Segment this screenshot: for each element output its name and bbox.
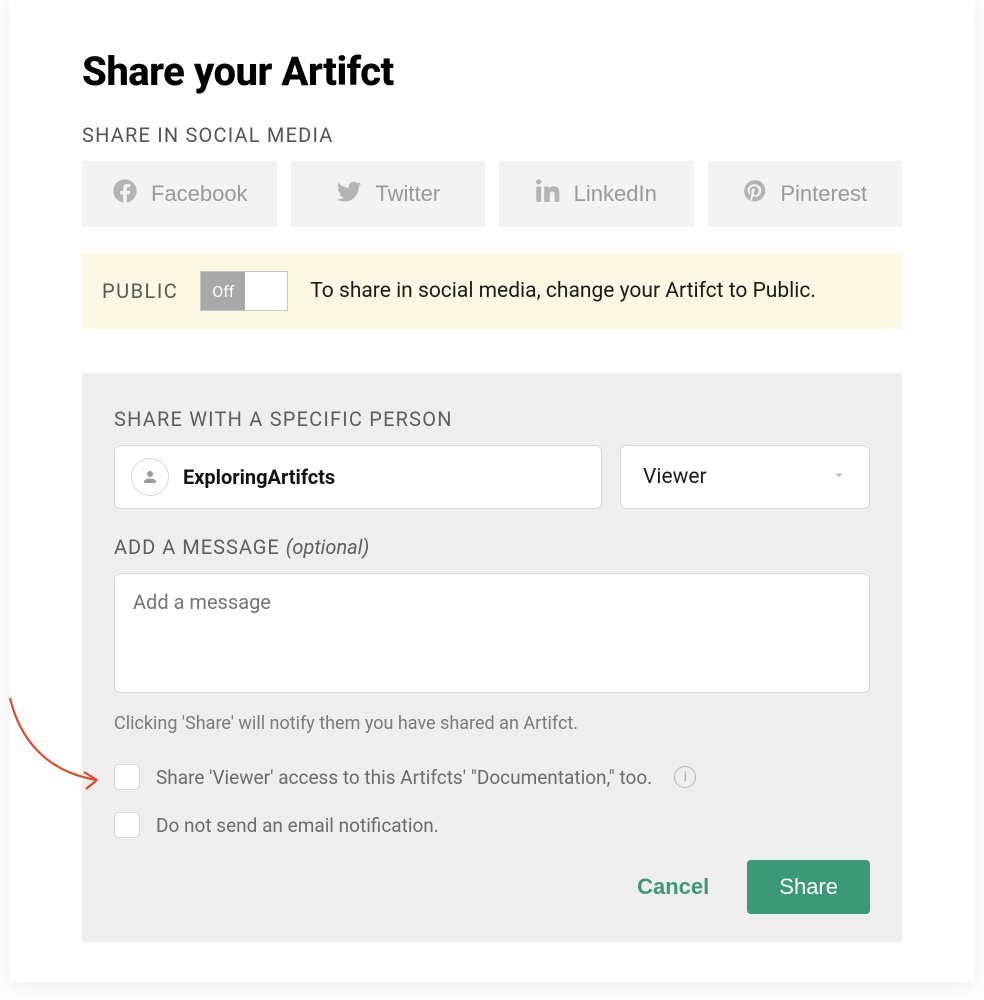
pinterest-icon [742,178,768,210]
twitter-button[interactable]: Twitter [291,161,486,227]
linkedin-icon [536,178,562,210]
action-row: Cancel Share [114,860,870,914]
public-hint-text: To share in social media, change your Ar… [310,279,816,303]
share-documentation-row: Share 'Viewer' access to this Artifcts' … [114,764,870,790]
facebook-button[interactable]: Facebook [82,161,277,227]
chevron-down-icon [831,465,847,489]
share-modal: Share your Artifct SHARE IN SOCIAL MEDIA… [10,0,974,982]
share-person-label: SHARE WITH A SPECIFIC PERSON [114,407,870,431]
public-toggle[interactable]: Off [200,271,288,311]
no-email-checkbox[interactable] [114,812,140,838]
social-buttons-row: Facebook Twitter LinkedIn Pinterest [82,161,902,227]
person-icon [131,458,169,496]
person-name: ExploringArtifcts [183,465,335,489]
notify-hint: Clicking 'Share' will notify them you ha… [114,713,870,734]
role-selected-label: Viewer [643,465,707,489]
linkedin-label: LinkedIn [574,181,657,207]
share-person-panel: SHARE WITH A SPECIFIC PERSON ExploringAr… [82,373,902,942]
public-notice-bar: PUBLIC Off To share in social media, cha… [82,253,902,329]
social-section-label: SHARE IN SOCIAL MEDIA [82,123,902,147]
no-email-label: Do not send an email notification. [156,814,439,837]
linkedin-button[interactable]: LinkedIn [499,161,694,227]
modal-title: Share your Artifct [82,48,902,95]
twitter-icon [335,177,363,211]
facebook-label: Facebook [151,181,248,207]
share-documentation-checkbox[interactable] [114,764,140,790]
toggle-state-label: Off [201,272,245,310]
cancel-button[interactable]: Cancel [627,862,719,912]
pinterest-button[interactable]: Pinterest [708,161,903,227]
no-email-row: Do not send an email notification. [114,812,870,838]
pinterest-label: Pinterest [780,181,867,207]
public-label: PUBLIC [102,279,178,303]
share-documentation-label: Share 'Viewer' access to this Artifcts' … [156,766,652,789]
facebook-icon [111,177,139,211]
share-button[interactable]: Share [747,860,870,914]
info-icon[interactable]: i [674,766,696,788]
person-row: ExploringArtifcts Viewer [114,445,870,509]
twitter-label: Twitter [375,181,440,207]
message-textarea[interactable] [114,573,870,693]
role-select[interactable]: Viewer [620,445,870,509]
message-label: ADD A MESSAGE (optional) [114,535,870,559]
person-input[interactable]: ExploringArtifcts [114,445,602,509]
